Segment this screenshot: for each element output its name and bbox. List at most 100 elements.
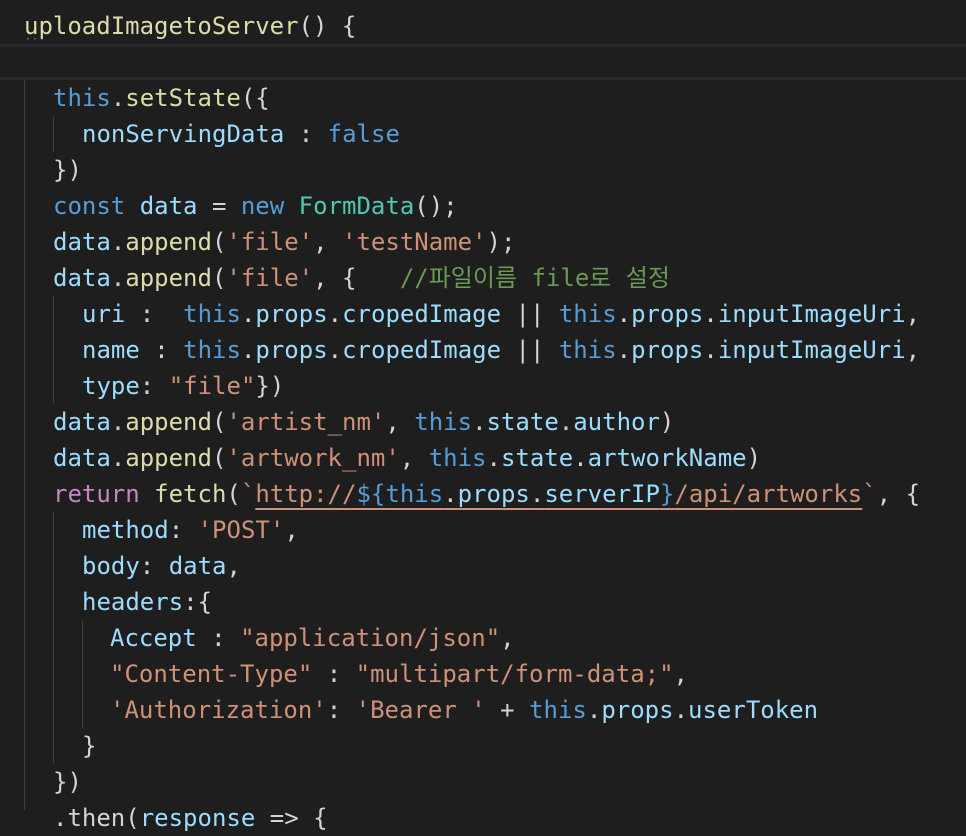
code-token: data (53, 408, 111, 436)
code-token: . (486, 444, 501, 472)
code-line[interactable]: .then(response => { (53, 800, 328, 836)
code-token: userToken (688, 696, 819, 724)
code-token: uri (82, 300, 126, 328)
code-token: , (905, 300, 921, 328)
code-token: : (139, 336, 184, 364)
code-token: method (82, 516, 169, 544)
code-line[interactable]: const data = new FormData(); (53, 188, 458, 224)
code-line[interactable]: headers:{ (82, 584, 212, 620)
code-token: , { (876, 480, 921, 508)
code-token: . (110, 444, 126, 472)
code-token: data (168, 552, 227, 580)
code-token: append (125, 228, 212, 256)
code-line[interactable]: }) (53, 152, 82, 188)
code-token: ); (486, 228, 516, 256)
code-token: , (500, 624, 515, 652)
code-line[interactable]: Accept : "application/json", (110, 620, 515, 656)
code-token: }) (53, 768, 82, 796)
code-line[interactable]: body: data, (82, 548, 241, 584)
indent-guide (53, 296, 54, 404)
code-token: Accept (110, 624, 197, 652)
code-token: this (385, 480, 444, 508)
code-editor[interactable]: ··· uploadImagetoServer() { this.setStat… (0, 0, 966, 832)
indent-guide (24, 80, 25, 810)
code-line[interactable]: return fetch(`http://${this.props.server… (53, 476, 920, 512)
code-line[interactable]: type: "file"}) (82, 368, 284, 404)
code-token: : (312, 660, 356, 688)
code-token: setState (125, 84, 241, 112)
code-token: inputImageUri (717, 336, 906, 364)
code-token: this (428, 444, 487, 472)
code-line[interactable]: }) (53, 764, 82, 800)
code-token: ( (211, 444, 227, 472)
code-line[interactable]: "Content-Type" : "multipart/form-data;", (110, 656, 688, 692)
code-token: }) (53, 156, 82, 184)
code-line[interactable]: uploadImagetoServer() { (24, 8, 356, 44)
code-token: : (196, 624, 241, 652)
code-line[interactable]: } (82, 728, 96, 764)
code-token: 'POST' (197, 516, 285, 544)
code-token: false (327, 120, 400, 148)
code-line[interactable]: method: 'POST', (82, 512, 299, 548)
code-line[interactable]: 'Authorization': 'Bearer ' + this.props.… (110, 692, 818, 728)
code-token: . (110, 264, 126, 292)
code-token: } (659, 480, 675, 508)
code-token: . (240, 300, 256, 328)
code-line[interactable]: data.append('file', { //파일이름 file로 설정 (53, 260, 670, 296)
code-token: FormData (298, 192, 415, 220)
code-token: , (313, 228, 343, 256)
code-token: return (53, 480, 140, 508)
code-line[interactable]: data.append('artwork_nm', this.state.art… (53, 440, 761, 476)
code-token: . (110, 228, 126, 256)
code-token: author (573, 408, 660, 436)
code-token: => { (255, 804, 328, 832)
code-token: : (139, 552, 169, 580)
code-token: , { (313, 264, 400, 292)
code-token: serverIP (544, 480, 660, 508)
code-token: this (529, 696, 587, 724)
code-token: ( (211, 408, 227, 436)
code-line[interactable]: uri : this.props.cropedImage || this.pro… (82, 296, 920, 332)
code-token: "application/json" (240, 624, 501, 652)
code-token: : (284, 120, 328, 148)
indent-guide (53, 512, 54, 764)
code-token: props (631, 336, 704, 364)
code-token: data (139, 192, 198, 220)
code-token: : (326, 696, 356, 724)
code-token: const (53, 192, 126, 220)
indent-guide (82, 620, 83, 728)
code-token: inputImageUri (717, 300, 906, 328)
code-token: artworkName (587, 444, 747, 472)
code-line[interactable]: name : this.props.cropedImage || this.pr… (82, 332, 920, 368)
code-token: || (501, 300, 559, 328)
code-token: fetch (154, 480, 227, 508)
code-token: props (255, 300, 328, 328)
code-token: || (501, 336, 559, 364)
code-token: ) (659, 408, 675, 436)
code-token: ` (240, 480, 256, 508)
code-token: props (631, 300, 704, 328)
code-token: ({ (240, 84, 270, 112)
code-line[interactable]: data.append('artist_nm', this.state.auth… (53, 404, 674, 440)
code-token: :{ (183, 588, 213, 616)
code-line[interactable]: nonServingData : false (82, 116, 400, 152)
code-token: response (139, 804, 256, 832)
code-token: , (905, 336, 921, 364)
code-token: ( (211, 264, 227, 292)
code-token: this (558, 300, 617, 328)
code-line[interactable]: this.setState({ (53, 80, 270, 116)
code-token: this (558, 336, 617, 364)
code-token: . (573, 444, 588, 472)
code-token: 'file' (226, 264, 314, 292)
code-token: . (586, 696, 602, 724)
code-token: () { (298, 12, 357, 40)
code-token: headers (82, 588, 184, 616)
code-token: : (168, 516, 198, 544)
code-token: body (82, 552, 140, 580)
code-token: append (125, 444, 212, 472)
code-token: . (327, 300, 343, 328)
code-token: . (616, 336, 632, 364)
code-token: , (385, 408, 415, 436)
code-line[interactable]: data.append('file', 'testName'); (53, 224, 515, 260)
